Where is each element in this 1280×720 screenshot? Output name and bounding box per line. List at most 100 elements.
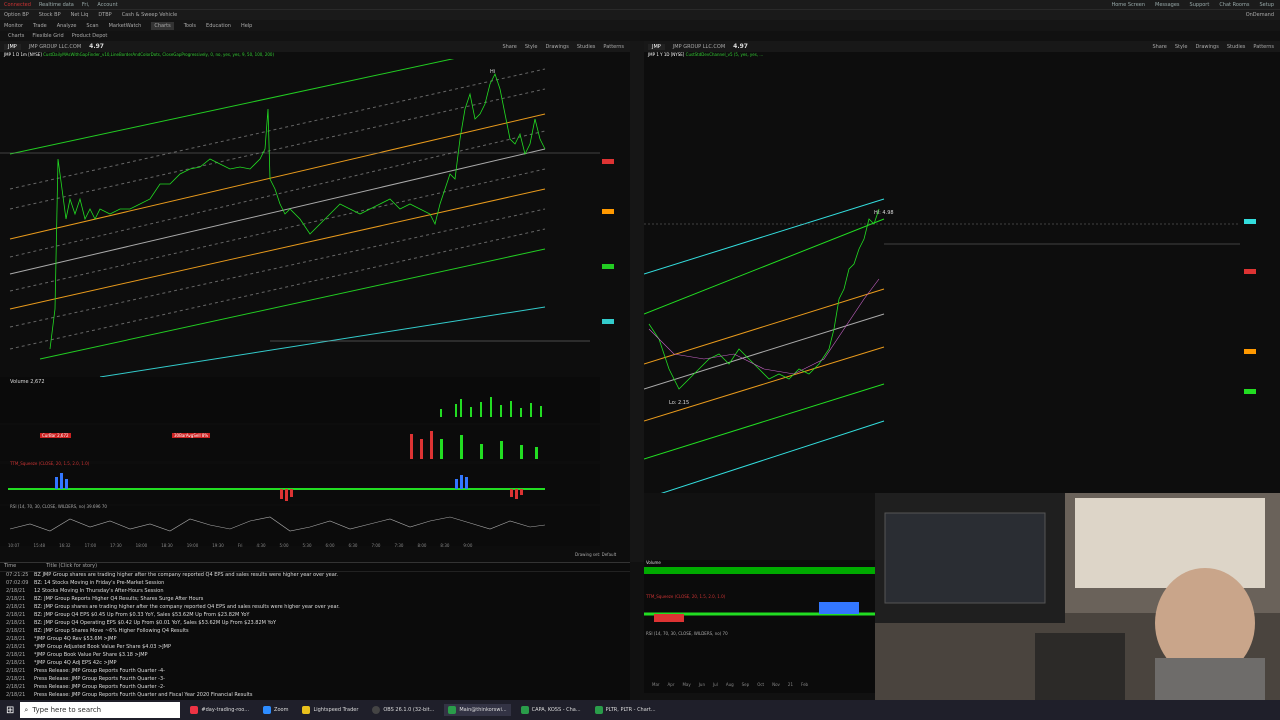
left-symbol-input[interactable]: JMP [4,43,21,50]
account-label[interactable]: Account [97,2,117,8]
menu-scan[interactable]: Scan [86,23,98,29]
menu-education[interactable]: Education [206,23,231,29]
right-channel-lines [644,198,1244,493]
news-row[interactable]: 2/18/21 Press Release: JMP Group Reports … [0,684,630,692]
right-lo-label: Lo: 2.15 [669,400,689,406]
tab-flexible-grid[interactable]: Flexible Grid [32,33,63,39]
left-study-text: CustDailyMAsWithGapFinder_v10,LineBorder… [43,52,275,57]
left-price-axis[interactable] [600,59,630,377]
option-bp: Option BP [4,12,29,18]
news-time-header[interactable]: Time [4,563,16,571]
news-row[interactable]: 2/18/21 BZ: JMP Group Reports Higher Q4 R… [0,596,630,604]
task-pltr[interactable]: PLTR, PLTR - Chart... [591,704,660,716]
news-header: Time Title (Click for story) [0,563,630,572]
news-row[interactable]: 2/18/21 Press Release: JMP Group Reports … [0,692,630,700]
menu-marketwatch[interactable]: MarketWatch [109,23,142,29]
left-title-row: JMP 1 D 1m [NYSE] [4,52,42,57]
thinkorswim-icon [448,706,457,714]
news-row[interactable]: 2/18/21 BZ: JMP Group Q4 EPS $0.45 Up Fro… [0,612,630,620]
drawing-set-label[interactable]: Drawing set: Default [575,552,616,557]
chrome-icon [190,706,199,714]
stock-bp: Stock BP [38,12,61,18]
webcam-overlay [875,493,1280,700]
news-row[interactable]: 2/18/21 BZ: JMP Group Shares Move ~6% Hig… [0,628,630,636]
task-capa[interactable]: CAPA, KOSS - Cha... [517,704,585,716]
left-chart-panel: JMP JMP GROUP LLC.COM 4.97 Share Style D… [0,41,630,562]
right-share-button[interactable]: Share [1152,44,1166,50]
menu-trade[interactable]: Trade [33,23,47,29]
left-sidebar-strip [630,41,644,562]
left-chart-header: JMP JMP GROUP LLC.COM 4.97 Share Style D… [0,41,630,52]
ondemand-link[interactable]: OnDemand [1246,12,1280,18]
task-discord[interactable]: #day-trading-roo... [186,704,253,716]
messages-link[interactable]: Messages [1155,2,1180,8]
right-price-tag-red [1244,269,1256,274]
home-screen-link[interactable]: Home Screen [1111,2,1145,8]
news-row[interactable]: 2/18/21 BZ: JMP Group shares are trading … [0,604,630,612]
menu-tools[interactable]: Tools [184,23,196,29]
net-liq: Net Liq [70,12,89,18]
right-chart-panel: JMP JMP GROUP LLC.COM 4.97 Share Style D… [644,41,1280,493]
left-volume-label: Volume 2,672 [10,379,45,385]
left-price-tag-green [602,264,614,269]
right-drawings-button[interactable]: Drawings [1195,44,1218,50]
left-squeeze-label: TTM_Squeeze (CLOSE, 20, 1.5, 2.0, 1.0) [10,461,90,466]
news-row[interactable]: 2/18/21 12 Stocks Moving In Thursday's Af… [0,588,630,596]
left-patterns-button[interactable]: Patterns [603,44,624,50]
right-studies-button[interactable]: Studies [1227,44,1246,50]
right-chart-svg[interactable]: Hi: 4.98 Lo: 2.15 [644,59,1244,493]
news-row[interactable]: 2/18/21 Press Release: JMP Group Reports … [0,668,630,676]
news-row[interactable]: 2/18/21 *JMP Group 4Q Rev $53.6M >JMP [0,636,630,644]
task-zoom[interactable]: Zoom [259,704,292,716]
right-title-row: JMP 1 Y 1D [NYSE] [648,52,685,57]
tab-charts[interactable]: Charts [8,33,24,39]
right-volume-label: Volume [646,560,661,565]
menu-charts[interactable]: Charts [151,21,174,30]
setup-link[interactable]: Setup [1259,2,1274,8]
dtbp: DTBP [98,12,112,18]
left-curbar-label: CurBar 2,672 [40,433,71,438]
news-row[interactable]: 2/18/21 *JMP Group Book Value Per Share $… [0,652,630,660]
right-chart-header: JMP JMP GROUP LLC.COM 4.97 Share Style D… [644,41,1280,52]
news-row[interactable]: 2/18/21 BZ: JMP Group Q4 Operating EPS $0… [0,620,630,628]
tab-product-depot[interactable]: Product Depot [72,33,108,39]
chart-icon [520,706,529,714]
windows-start-icon[interactable]: ⊞ [6,705,14,716]
right-hi-label: Hi: 4.98 [874,210,894,216]
zoom-icon [263,706,272,714]
left-company-name: JMP GROUP LLC.COM [28,43,82,50]
news-row[interactable]: 2/18/21 Press Release: JMP Group Reports … [0,676,630,684]
taskbar-search[interactable]: ⌕ Type here to search [20,702,181,718]
task-obs[interactable]: OBS 26.1.0 (32-bit... [368,704,438,716]
menu-analyze[interactable]: Analyze [57,23,77,29]
left-style-button[interactable]: Style [525,44,538,50]
left-share-button[interactable]: Share [502,44,516,50]
news-row[interactable]: 07:21:25 BZ JMP Group shares are trading … [0,572,630,580]
menu-monitor[interactable]: Monitor [4,23,23,29]
news-row[interactable]: 2/18/21 *JMP Group 4Q Adj EPS 42c >JMP [0,660,630,668]
right-symbol-input[interactable]: JMP [648,43,665,50]
support-link[interactable]: Support [1190,2,1210,8]
news-row[interactable]: 2/18/21 *JMP Group Adjusted Book Value Pe… [0,644,630,652]
chart-subtabs: Charts Flexible Grid Product Depot [0,31,640,41]
right-rsi-label: RSI (14, 70, 30, CLOSE, WILDERS, no) 70 [646,631,728,636]
right-lower-studies: Volume TTM_Squeeze (CLOSE, 20, 1.5, 2.0,… [644,560,875,693]
right-last-price: 4.97 [733,43,748,50]
right-company-name: JMP GROUP LLC.COM [672,43,726,50]
right-price-axis[interactable] [1240,59,1280,493]
news-title-header[interactable]: Title (Click for story) [46,563,97,571]
search-icon: ⌕ [24,705,29,714]
right-squeeze-svg [644,602,875,622]
news-row[interactable]: 07:02:09 BZ: 14 Stocks Moving in Friday's… [0,580,630,588]
left-hi-marker: Hi [490,69,495,75]
menu-help[interactable]: Help [241,23,252,29]
left-drawings-button[interactable]: Drawings [545,44,568,50]
right-volume-bar [644,567,875,574]
task-lightspeed[interactable]: Lightspeed Trader [298,704,362,716]
right-patterns-button[interactable]: Patterns [1253,44,1274,50]
chat-rooms-link[interactable]: Chat Rooms [1219,2,1249,8]
left-studies-button[interactable]: Studies [577,44,596,50]
right-style-button[interactable]: Style [1175,44,1188,50]
task-thinkorswim[interactable]: Main@thinkorswi... [444,704,511,716]
left-chart-svg[interactable]: Hi [0,59,630,559]
